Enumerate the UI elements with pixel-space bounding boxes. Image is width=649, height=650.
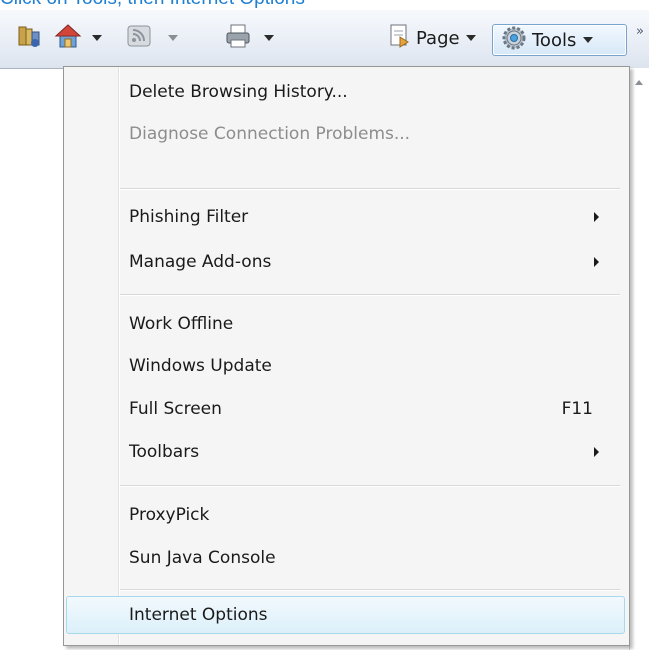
feeds-reading-button[interactable]: [16, 24, 42, 52]
menu-gutter: [118, 67, 119, 645]
shortcut-key: F11: [561, 399, 593, 419]
menu-item-delete-browsing-history[interactable]: Delete Browsing History...: [129, 75, 599, 109]
menu-item-proxypick[interactable]: ProxyPick: [129, 498, 599, 532]
page-scrollbar[interactable]: [629, 68, 649, 650]
page-button[interactable]: Page: [388, 24, 476, 52]
tools-dropdown-arrow-icon: [583, 37, 594, 43]
print-icon: [224, 23, 252, 53]
page-icon: [388, 23, 412, 53]
home-icon: [54, 23, 82, 53]
home-button[interactable]: [54, 24, 102, 52]
feeds-dropdown-arrow-icon[interactable]: [168, 35, 178, 41]
tools-button[interactable]: Tools: [492, 24, 627, 56]
menu-separator: [120, 188, 620, 189]
menu-item-phishing-filter[interactable]: Phishing Filter: [129, 200, 599, 234]
menu-separator: [120, 485, 620, 486]
tools-label: Tools: [532, 29, 577, 51]
feeds-button[interactable]: [126, 24, 178, 52]
menu-item-toolbars[interactable]: Toolbars: [129, 435, 599, 469]
rss-feed-icon: [126, 23, 152, 53]
scroll-up-arrow-icon[interactable]: [635, 80, 643, 85]
menu-item-diagnose-connection-problems: Diagnose Connection Problems...: [129, 124, 411, 144]
menu-item-windows-update[interactable]: Windows Update: [129, 349, 599, 383]
feeds-reading-icon: [16, 23, 42, 53]
menu-item-manage-add-ons[interactable]: Manage Add-ons: [129, 245, 599, 279]
tools-menu: Delete Browsing History... Diagnose Conn…: [63, 66, 630, 646]
menu-item-full-screen[interactable]: Full Screen F11: [129, 392, 599, 426]
command-bar: Page Tools »: [0, 10, 649, 69]
submenu-arrow-icon: [594, 212, 599, 222]
print-button[interactable]: [224, 24, 274, 52]
submenu-arrow-icon: [594, 447, 599, 457]
menu-item-internet-options[interactable]: Internet Options: [129, 598, 599, 632]
gear-icon: [501, 25, 527, 55]
submenu-arrow-icon: [594, 257, 599, 267]
print-dropdown-arrow-icon[interactable]: [264, 35, 274, 41]
menu-separator: [120, 589, 620, 590]
page-dropdown-arrow-icon: [465, 35, 476, 41]
toolbar-overflow-chevron-icon[interactable]: »: [636, 24, 644, 39]
menu-item-work-offline[interactable]: Work Offline: [129, 307, 599, 341]
menu-item-sun-java-console[interactable]: Sun Java Console: [129, 541, 599, 575]
page-label: Page: [416, 27, 460, 49]
home-dropdown-arrow-icon[interactable]: [92, 35, 102, 41]
menu-separator: [120, 294, 620, 295]
